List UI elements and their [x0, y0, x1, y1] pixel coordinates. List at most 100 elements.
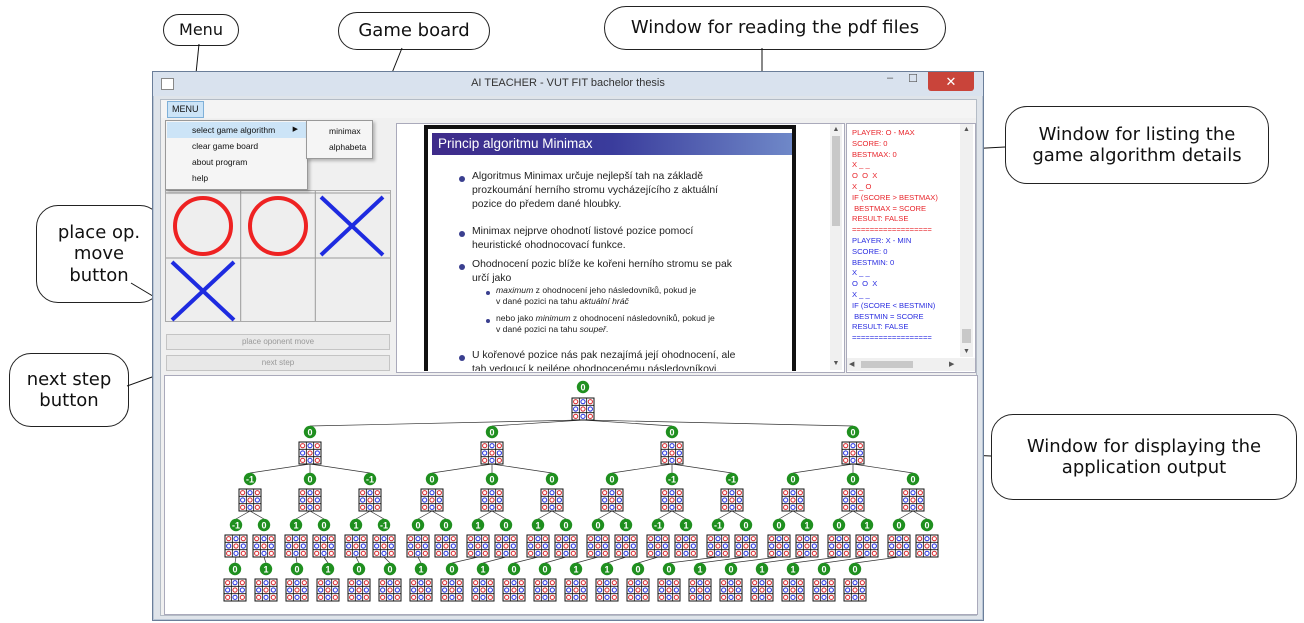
pdf-scroll-thumb[interactable]	[832, 136, 840, 226]
tree-score-label: 0	[595, 520, 600, 530]
log-line: PLAYER: O - MAX	[852, 128, 915, 137]
log-line: BESTMIN: 0	[852, 257, 895, 267]
tree-score-badge: 0	[576, 380, 590, 394]
board-cell-o[interactable]	[166, 194, 240, 258]
tree-score-badge: 1	[569, 562, 583, 576]
menu-button[interactable]: MENU	[167, 101, 204, 118]
tree-score-badge: 1	[679, 518, 693, 532]
log-line: X _ O	[852, 182, 872, 191]
tree-score-badge: 1	[259, 562, 273, 576]
tree-score-label: 0	[666, 564, 671, 574]
bullet-dot-icon	[459, 176, 465, 182]
tree-board-frame	[720, 488, 744, 512]
tree-score-badge: 0	[545, 472, 559, 486]
tree-score-badge: 0	[445, 562, 459, 576]
board-cell-o[interactable]	[241, 194, 315, 258]
menu-item-select-game-algorithm[interactable]: select game algorithm ▶	[167, 122, 306, 138]
tree-board-icon	[526, 534, 550, 558]
close-button[interactable]: ✕	[928, 72, 974, 91]
log-line: BESTMIN = SCORE	[852, 311, 924, 321]
tree-score-label: -1	[728, 474, 736, 484]
tree-score-badge: 1	[349, 518, 363, 532]
tree-score-badge: 1	[414, 562, 428, 576]
tree-board-frame	[347, 578, 371, 602]
minimize-button[interactable]: –	[879, 72, 901, 90]
tree-board-frame	[660, 488, 684, 512]
tree-score-badge: 1	[531, 518, 545, 532]
menu-item-help[interactable]: help	[167, 170, 306, 186]
tree-edge	[383, 556, 391, 564]
tree-score-label: 1	[325, 564, 330, 574]
title-bar: AI TEACHER - VUT FIT bachelor thesis – ☐…	[153, 72, 983, 96]
tree-score-label: 1	[418, 564, 423, 574]
tree-board-frame	[781, 578, 805, 602]
submenu-item-alphabeta[interactable]: alphabeta	[308, 139, 371, 155]
tree-score-badge: 0	[665, 425, 679, 439]
scroll-left-icon[interactable]: ◀	[849, 358, 859, 371]
tree-score-label: 1	[535, 520, 540, 530]
tree-edge	[597, 510, 613, 520]
tree-score-label: 0	[307, 474, 312, 484]
tree-score-badge: 0	[303, 425, 317, 439]
tree-score-badge: 1	[289, 518, 303, 532]
tree-score-badge: 0	[846, 425, 860, 439]
tree-edge	[852, 510, 868, 520]
next-step-button[interactable]: next step	[166, 355, 390, 371]
tree-score-badge: 1	[600, 562, 614, 576]
tree-board-frame	[372, 534, 396, 558]
tree-board-frame	[494, 534, 518, 558]
tree-board-icon	[657, 578, 681, 602]
tree-board-frame	[841, 488, 865, 512]
log-line: O O X	[852, 279, 878, 289]
tree-score-label: 0	[307, 427, 312, 437]
tree-board-icon	[254, 578, 278, 602]
tree-board-frame	[812, 578, 836, 602]
tree-score-label: 0	[489, 474, 494, 484]
tree-edge	[551, 510, 567, 520]
tree-edge	[482, 556, 507, 564]
tree-score-badge: 0	[507, 562, 521, 576]
board-cell-x[interactable]	[166, 259, 240, 323]
tree-board-icon	[406, 534, 430, 558]
scroll-up-icon[interactable]: ▲	[960, 124, 973, 136]
scroll-down-icon[interactable]: ▼	[960, 347, 973, 357]
tree-score-label: 0	[549, 474, 554, 484]
tree-edge	[417, 556, 422, 564]
pdf-scrollbar[interactable]: ▲ ▼	[830, 124, 842, 370]
tree-score-label: 0	[776, 520, 781, 530]
log-scroll-thumb[interactable]	[962, 329, 971, 343]
tree-board-frame	[595, 578, 619, 602]
tree-board-icon	[674, 534, 698, 558]
tree-board-frame	[238, 488, 262, 512]
scroll-down-icon[interactable]: ▼	[830, 358, 842, 370]
tree-board-icon	[285, 578, 309, 602]
tree-board-frame	[646, 534, 670, 558]
tree-score-label: 1	[263, 564, 268, 574]
maximize-button[interactable]: ☐	[902, 72, 924, 90]
menu-dropdown: select game algorithm ▶ clear game board …	[165, 120, 308, 190]
scroll-right-icon[interactable]: ▶	[949, 358, 959, 371]
tree-score-badge: 1	[860, 518, 874, 532]
submenu-item-minimax[interactable]: minimax	[308, 123, 371, 139]
tree-score-label: -1	[654, 520, 662, 530]
tree-edge	[513, 556, 539, 564]
log-hscroll-thumb[interactable]	[861, 361, 913, 368]
tree-score-badge: 1	[786, 562, 800, 576]
place-opponent-move-button[interactable]: place oponent move	[166, 334, 390, 350]
scroll-up-icon[interactable]: ▲	[830, 124, 842, 136]
tree-board-icon	[720, 488, 744, 512]
log-vscrollbar[interactable]: ▲ ▼	[960, 124, 973, 357]
menu-item-clear-game-board[interactable]: clear game board	[167, 138, 306, 154]
log-hscrollbar[interactable]: ◀ ▶	[847, 358, 975, 371]
log-line: BESTMAX: 0	[852, 149, 897, 159]
menu-item-about-program[interactable]: about program	[167, 154, 306, 170]
log-line: IF (SCORE < BESTMIN)	[852, 300, 936, 310]
tree-edge	[912, 510, 928, 520]
tree-board-frame	[600, 488, 624, 512]
tree-board-icon	[887, 534, 911, 558]
board-cell-x[interactable]	[315, 194, 389, 258]
algorithm-details-pane[interactable]: PLAYER: O - MAX SCORE: 0 BESTMAX: 0X _ _ O …	[846, 123, 976, 373]
tree-board-icon	[646, 534, 670, 558]
log-line: O O X	[852, 171, 878, 181]
tree-board-icon	[688, 578, 712, 602]
